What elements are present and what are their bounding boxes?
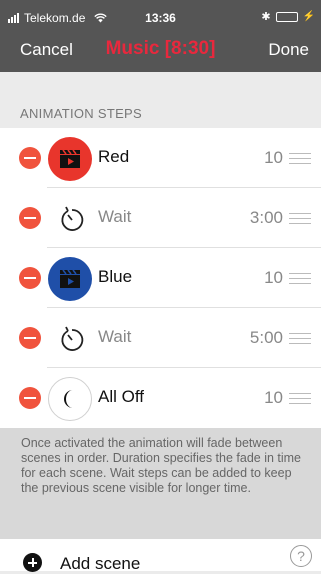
reorder-handle-icon[interactable] — [289, 213, 311, 224]
done-button[interactable]: Done — [268, 40, 309, 60]
clapperboard-icon — [48, 257, 92, 301]
delete-button[interactable] — [19, 267, 41, 289]
plus-icon[interactable] — [23, 553, 42, 572]
timer-icon — [61, 206, 84, 231]
step-row-all-off[interactable]: All Off 10 — [0, 368, 321, 428]
reorder-handle-icon[interactable] — [289, 393, 311, 404]
add-scene-row[interactable]: Add scene ? — [0, 539, 321, 574]
step-duration[interactable]: 10 — [264, 148, 283, 168]
info-panel: Once activated the animation will fade b… — [0, 428, 321, 539]
reorder-handle-icon[interactable] — [289, 333, 311, 344]
info-text: Once activated the animation will fade b… — [21, 436, 302, 495]
timer-icon — [61, 326, 84, 351]
delete-button[interactable] — [19, 387, 41, 409]
animation-steps-list: Red 10 Wait 3:00 Blue 10 Wait 5:00 All O… — [0, 128, 321, 428]
status-bar: Telekom.de 13:36 ✱ ⚡ — [0, 0, 321, 34]
step-row-red[interactable]: Red 10 — [0, 128, 321, 188]
nav-bar: Cancel Music [8:30] Done — [0, 34, 321, 72]
step-label: Wait — [98, 207, 132, 226]
add-scene-label[interactable]: Add scene — [60, 554, 140, 574]
step-label: Red — [98, 147, 130, 166]
reorder-handle-icon[interactable] — [289, 153, 311, 164]
status-right-group: ✱ ⚡ — [261, 10, 315, 23]
step-duration[interactable]: 5:00 — [250, 328, 283, 348]
step-label: All Off — [98, 387, 144, 406]
delete-button[interactable] — [19, 327, 41, 349]
delete-button[interactable] — [19, 207, 41, 229]
step-row-wait[interactable]: Wait 5:00 — [0, 308, 321, 368]
step-label: Blue — [98, 267, 133, 286]
reorder-handle-icon[interactable] — [289, 273, 311, 284]
bluetooth-icon: ✱ — [261, 11, 271, 23]
battery-icon — [275, 11, 298, 22]
section-header: ANIMATION STEPS — [20, 106, 142, 121]
clapperboard-icon — [48, 137, 92, 181]
step-label: Wait — [98, 327, 132, 346]
step-row-wait[interactable]: Wait 3:00 — [0, 188, 321, 248]
step-row-blue[interactable]: Blue 10 — [0, 248, 321, 308]
delete-button[interactable] — [19, 147, 41, 169]
step-duration[interactable]: 10 — [264, 268, 283, 288]
help-icon[interactable]: ? — [290, 545, 312, 567]
charging-bolt-icon: ⚡ — [302, 11, 315, 22]
step-duration[interactable]: 3:00 — [250, 208, 283, 228]
step-duration[interactable]: 10 — [264, 388, 283, 408]
moon-icon — [48, 377, 92, 421]
